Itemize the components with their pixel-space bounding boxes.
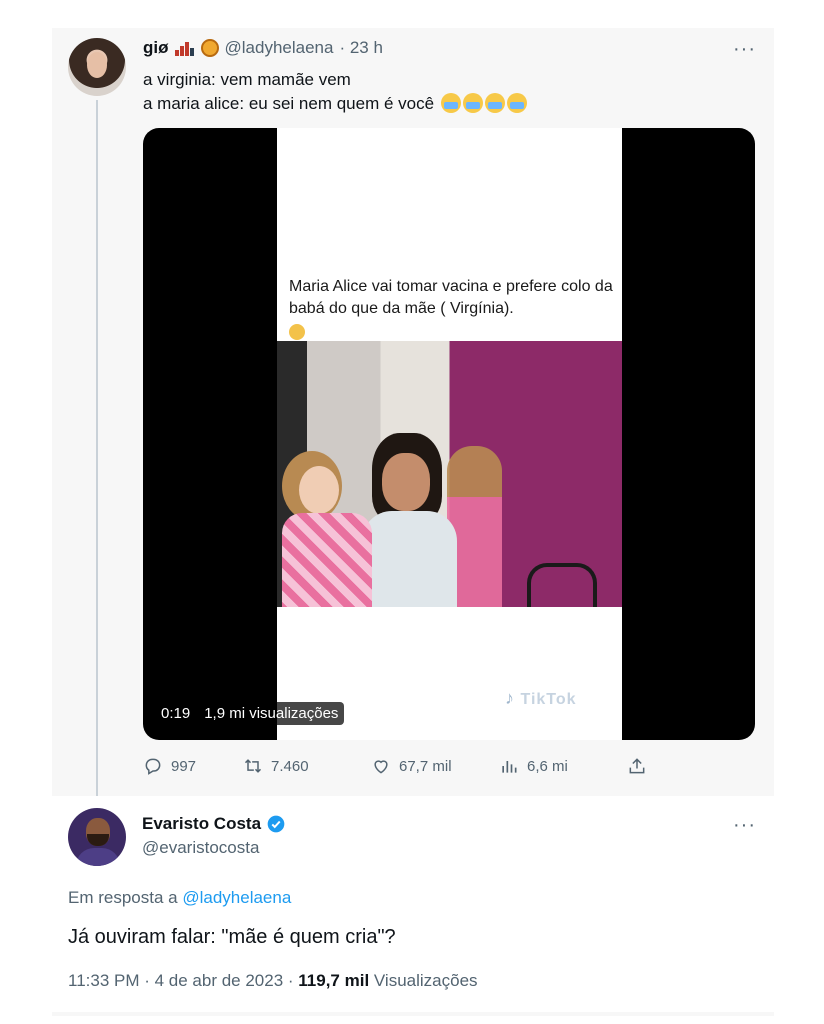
- user-handle[interactable]: @ladyhelaena: [225, 38, 334, 58]
- tiktok-watermark: ♪ TikTok: [505, 688, 577, 709]
- video-caption-text: Maria Alice vai tomar vacina e prefere c…: [289, 278, 613, 317]
- video-still-image: [277, 341, 622, 607]
- like-count: 67,7 mil: [399, 757, 452, 775]
- tweet-actions-bar: 997 7.460 67,7 mil 6,6 mi: [143, 756, 663, 776]
- display-name-row: Evaristo Costa: [142, 814, 286, 834]
- video-duration: 0:19: [161, 705, 191, 722]
- lion-emoji-icon: [200, 39, 219, 57]
- tweet-metadata: 11:33 PM · 4 de abr de 2023 · 119,7 mil …: [68, 971, 478, 991]
- retweet-button[interactable]: 7.460: [243, 756, 371, 776]
- video-player[interactable]: Maria Alice vai tomar vacina e prefere c…: [143, 128, 755, 740]
- tweet-text-line: a maria alice: eu sei nem quem é você: [143, 94, 435, 113]
- retweet-count: 7.460: [271, 757, 309, 775]
- tiktok-logo-icon: ♪: [505, 688, 515, 708]
- verified-badge-icon: [267, 815, 285, 833]
- reply-prefix: Em resposta a: [68, 888, 178, 907]
- user-handle[interactable]: @evaristocosta: [142, 838, 259, 858]
- crying-emoji-icon: [506, 93, 527, 113]
- reply-tweet[interactable]: Evaristo Costa @evaristocosta ··· Em res…: [52, 796, 774, 1012]
- reply-count: 997: [171, 757, 197, 775]
- display-name[interactable]: Evaristo Costa: [142, 814, 261, 834]
- flushed-emoji-icon: [289, 324, 305, 340]
- crying-emoji-icon: [484, 93, 505, 113]
- video-frame: Maria Alice vai tomar vacina e prefere c…: [277, 128, 622, 740]
- heart-icon: [374, 760, 388, 774]
- tweet-timestamp[interactable]: 11:33 PM · 4 de abr de 2023 ·: [68, 971, 298, 990]
- retweet-icon: [244, 759, 262, 773]
- like-button[interactable]: 67,7 mil: [371, 756, 499, 776]
- tweet-header: giø @ladyhelaena · 23 h: [143, 38, 383, 58]
- share-icon: [629, 758, 645, 774]
- original-tweet[interactable]: giø @ladyhelaena · 23 h ··· a virginia: …: [52, 28, 774, 800]
- bar-chart-icon: [502, 761, 517, 773]
- tweet-view-count: 119,7 mil: [298, 971, 370, 990]
- share-button[interactable]: [627, 756, 647, 776]
- reply-icon: [145, 758, 161, 775]
- tweet-time[interactable]: · 23 h: [339, 38, 382, 58]
- avatar[interactable]: [68, 808, 126, 866]
- chart-emoji-icon: [174, 40, 195, 56]
- video-view-count: 1,9 mi visualizações: [204, 705, 339, 722]
- avatar[interactable]: [68, 38, 126, 96]
- display-name[interactable]: giø: [143, 38, 169, 58]
- view-count: 6,6 mi: [527, 757, 568, 775]
- thread-connector-line: [96, 100, 98, 800]
- tweet-text: a virginia: vem mamãe vem a maria alice:…: [143, 68, 527, 116]
- tweet-text-line-with-emoji: a maria alice: eu sei nem quem é você: [143, 92, 527, 116]
- more-options-icon[interactable]: ···: [733, 38, 756, 61]
- reply-button[interactable]: 997: [143, 756, 243, 776]
- tweet-text-line: a virginia: vem mamãe vem: [143, 70, 351, 89]
- tiktok-watermark-text: TikTok: [520, 691, 577, 708]
- tweet-text: Já ouviram falar: "mãe é quem cria"?: [68, 926, 396, 948]
- views-label: Visualizações: [369, 971, 478, 990]
- views-button[interactable]: 6,6 mi: [499, 756, 627, 776]
- crying-emoji-icon: [440, 93, 461, 113]
- video-info-badge: 0:19 1,9 mi visualizações: [155, 702, 345, 725]
- video-caption: Maria Alice vai tomar vacina e prefere c…: [289, 276, 619, 347]
- crying-emoji-icon: [462, 93, 483, 113]
- reply-to-handle-link[interactable]: @ladyhelaena: [182, 888, 291, 907]
- more-options-icon[interactable]: ···: [733, 814, 756, 837]
- reply-context: Em resposta a @ladyhelaena: [68, 888, 291, 908]
